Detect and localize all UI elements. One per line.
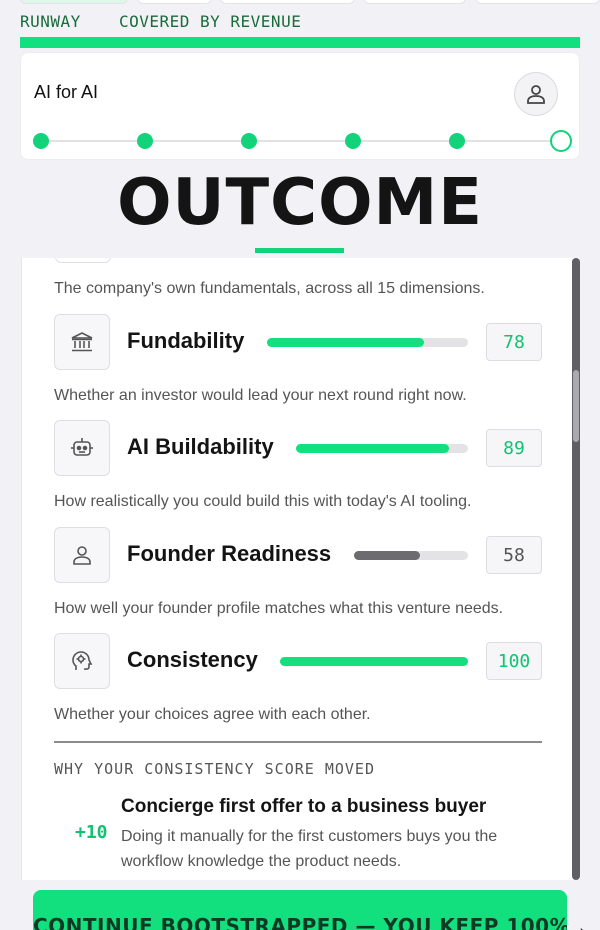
change-description: Doing it manually for the first customer…: [121, 828, 498, 870]
metric-score: 78: [486, 323, 542, 361]
top-tabs: [20, 0, 600, 6]
title-underline: [255, 248, 344, 253]
step-dot: [137, 133, 153, 149]
strip-item-covered: COVERED BY REVENUE: [118, 12, 302, 31]
head-gear-icon: [54, 633, 110, 689]
metric-label: Founder Readiness: [127, 541, 332, 566]
score-delta: +10: [75, 822, 108, 843]
metric-founder-readiness: Founder Readiness 58: [54, 527, 542, 583]
strip-item-runway: RUNWAY: [20, 12, 81, 31]
person-icon: [527, 85, 545, 104]
scrollbar[interactable]: [572, 258, 580, 880]
scores-panel[interactable]: The company's own fundamentals, across a…: [21, 258, 580, 880]
avatar-button[interactable]: [514, 72, 558, 116]
continue-button-label: CONTINUE BOOTSTRAPPED — YOU KEEP 100%: [33, 914, 567, 930]
section-divider: [54, 741, 542, 743]
metric-bar: [296, 444, 468, 453]
robot-icon: [54, 420, 110, 476]
metric-fundability: Fundability 78: [54, 314, 542, 370]
header-card: AI for AI: [20, 52, 580, 160]
step-dot: [550, 130, 572, 152]
step-indicator: [33, 130, 572, 152]
metric-bar-fill: [280, 657, 468, 666]
metric-bar-fill: [354, 551, 421, 560]
metric-ai-buildability: AI Buildability 89: [54, 420, 542, 476]
metric-description: How well your founder profile matches wh…: [54, 600, 504, 617]
page-title: OUTCOME: [117, 166, 483, 240]
metric-description: Whether your choices agree with each oth…: [54, 706, 371, 723]
metric-consistency: Consistency 100: [54, 633, 542, 689]
metric-bar-fill: [267, 338, 424, 347]
metric-score: 89: [486, 429, 542, 467]
scrollbar-thumb[interactable]: [573, 370, 579, 442]
metric-bar: [267, 338, 468, 347]
bank-icon: [54, 314, 110, 370]
intro-description: The company's own fundamentals, across a…: [54, 280, 485, 297]
continue-button[interactable]: CONTINUE BOOTSTRAPPED — YOU KEEP 100%: [33, 890, 567, 930]
step-dot: [241, 133, 257, 149]
metric-description: How realistically you could build this w…: [54, 493, 472, 510]
metric-score: 100: [486, 642, 542, 680]
metric-bar-fill: [296, 444, 450, 453]
arrow-right-icon: →: [564, 912, 590, 930]
metric-bar: [280, 657, 468, 666]
person-icon: [54, 527, 110, 583]
why-heading: WHY YOUR CONSISTENCY SCORE MOVED: [54, 760, 375, 778]
progress-bar: [20, 37, 580, 48]
metric-score: 58: [486, 536, 542, 574]
panel-top-nub: [55, 258, 111, 263]
metric-label: Fundability: [127, 328, 245, 353]
project-name: AI for AI: [34, 82, 99, 102]
step-dot: [33, 133, 49, 149]
step-line: [41, 140, 561, 142]
metric-bar: [354, 551, 468, 560]
metric-label: Consistency: [127, 647, 258, 672]
step-dot: [345, 133, 361, 149]
metric-description: Whether an investor would lead your next…: [54, 387, 467, 404]
metric-label: AI Buildability: [127, 434, 274, 459]
status-strip: RUNWAY COVERED BY REVENUE: [20, 12, 329, 31]
change-title: Concierge first offer to a business buye…: [121, 796, 487, 817]
step-dot: [449, 133, 465, 149]
